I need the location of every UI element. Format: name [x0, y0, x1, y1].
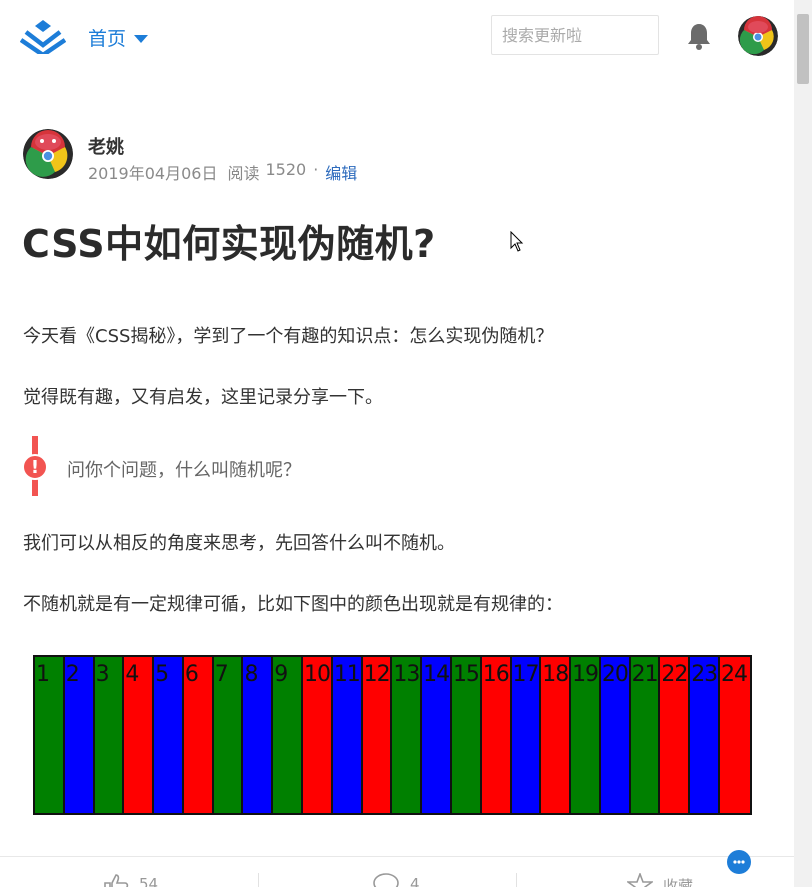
top-header: 首页 [0, 0, 794, 72]
thumbs-up-icon [104, 874, 129, 887]
chat-bubble-icon[interactable] [727, 850, 751, 874]
meta-separator: · [313, 160, 319, 179]
stripe-21: 21 [630, 657, 661, 813]
callout-quote: ! 问你个问题，什么叫随机呢？ [22, 436, 632, 496]
search-input[interactable] [491, 15, 659, 55]
article-action-bar: 54 4 收藏 [0, 856, 794, 887]
nav-home-dropdown[interactable]: 首页 [88, 24, 149, 51]
stripe-label: 24 [720, 662, 748, 687]
article-title: CSS中如何实现伪随机? [22, 222, 436, 266]
author-name[interactable]: 老姚 [88, 133, 124, 159]
stripe-label: 7 [214, 662, 229, 687]
stripe-label: 17 [512, 662, 540, 687]
stripe-label: 4 [125, 662, 139, 687]
stripe-1: 1 [35, 657, 65, 813]
quote-text: 问你个问题，什么叫随机呢？ [67, 460, 301, 481]
stripe-6: 6 [183, 657, 214, 813]
stripe-label: 13 [393, 662, 420, 687]
collect-button[interactable]: 收藏 [627, 873, 693, 887]
user-avatar-icon[interactable] [738, 16, 778, 56]
comment-count: 4 [410, 875, 420, 887]
like-count: 54 [139, 875, 159, 887]
paragraph: 我们可以从相反的角度来思考，先回答什么叫不随机。 [23, 533, 455, 554]
stripe-3: 3 [94, 657, 125, 813]
paragraph: 今天看《CSS揭秘》，学到了一个有趣的知识点：怎么实现伪随机？ [23, 326, 554, 347]
stripe-2: 2 [64, 657, 95, 813]
author-avatar[interactable] [23, 129, 73, 179]
nav-home-label: 首页 [88, 28, 127, 50]
stripe-7: 7 [213, 657, 244, 813]
stripe-label: 11 [333, 662, 361, 687]
collect-label: 收藏 [663, 876, 694, 887]
stripe-label: 3 [95, 662, 110, 687]
comment-button[interactable]: 4 [372, 873, 420, 887]
stripe-24: 24 [719, 657, 750, 813]
stripe-label: 16 [482, 662, 510, 687]
color-stripes-figure: 1 2 3 4 5 6 7 8 9 10 11 12 13 14 15 16 17 18 19 20 21 22 23 24 [33, 655, 752, 815]
stripe-10: 10 [303, 657, 333, 813]
stripe-label: 23 [691, 662, 718, 687]
stripe-label: 18 [542, 662, 569, 687]
page-scrollbar[interactable] [794, 0, 812, 887]
like-button[interactable]: 54 [103, 873, 158, 887]
stripe-8: 8 [243, 657, 274, 813]
read-label: 阅读 [227, 164, 260, 183]
stripe-13: 13 [392, 657, 423, 813]
action-separator [516, 873, 517, 887]
mouse-cursor-icon [510, 231, 524, 252]
exclamation-icon: ! [22, 454, 48, 480]
stripe-20: 20 [600, 657, 631, 813]
bell-icon[interactable] [686, 22, 712, 50]
star-icon [627, 873, 653, 887]
stripe-12: 12 [362, 657, 393, 813]
comment-icon [373, 873, 399, 887]
scrollbar-thumb[interactable] [797, 14, 809, 84]
edit-link[interactable]: 编辑 [325, 160, 357, 184]
article-meta: 2019年04月06日 阅读 1520 · 编辑 [88, 160, 357, 184]
stripe-label: 10 [304, 662, 331, 687]
stripe-22: 22 [660, 657, 691, 813]
stripe-19: 19 [571, 657, 601, 813]
stripe-label: 22 [661, 662, 688, 687]
juejin-logo-icon[interactable] [20, 18, 66, 54]
chat-dots-icon [733, 860, 745, 864]
stripe-label: 8 [244, 662, 258, 687]
action-separator [258, 873, 259, 887]
stripe-23: 23 [690, 657, 720, 813]
stripe-16: 16 [481, 657, 512, 813]
stripe-label: 6 [184, 662, 199, 687]
stripe-15: 15 [451, 657, 482, 813]
stripe-5: 5 [154, 657, 184, 813]
stripe-17: 17 [511, 657, 542, 813]
stripe-label: 15 [452, 662, 480, 687]
stripe-label: 2 [65, 662, 80, 687]
read-count: 1520 [265, 160, 307, 179]
stripe-label: 12 [363, 662, 391, 687]
stripe-label: 5 [155, 662, 169, 687]
publish-date: 2019年04月06日 [88, 164, 218, 183]
stripe-label: 21 [631, 662, 659, 687]
paragraph: 不随机就是有一定规律可循，比如下图中的颜色出现就是有规律的： [23, 594, 563, 615]
stripe-18: 18 [541, 657, 572, 813]
stripe-label: 20 [601, 662, 629, 687]
stripe-11: 11 [332, 657, 363, 813]
stripe-9: 9 [273, 657, 304, 813]
caret-down-icon [134, 34, 149, 43]
stripe-label: 9 [274, 662, 288, 687]
paragraph: 觉得既有趣，又有启发，这里记录分享一下。 [23, 387, 383, 408]
stripe-label: 19 [572, 662, 599, 687]
stripe-14: 14 [422, 657, 452, 813]
stripe-label: 1 [36, 662, 50, 687]
stripe-label: 14 [423, 662, 450, 687]
stripe-4: 4 [124, 657, 155, 813]
